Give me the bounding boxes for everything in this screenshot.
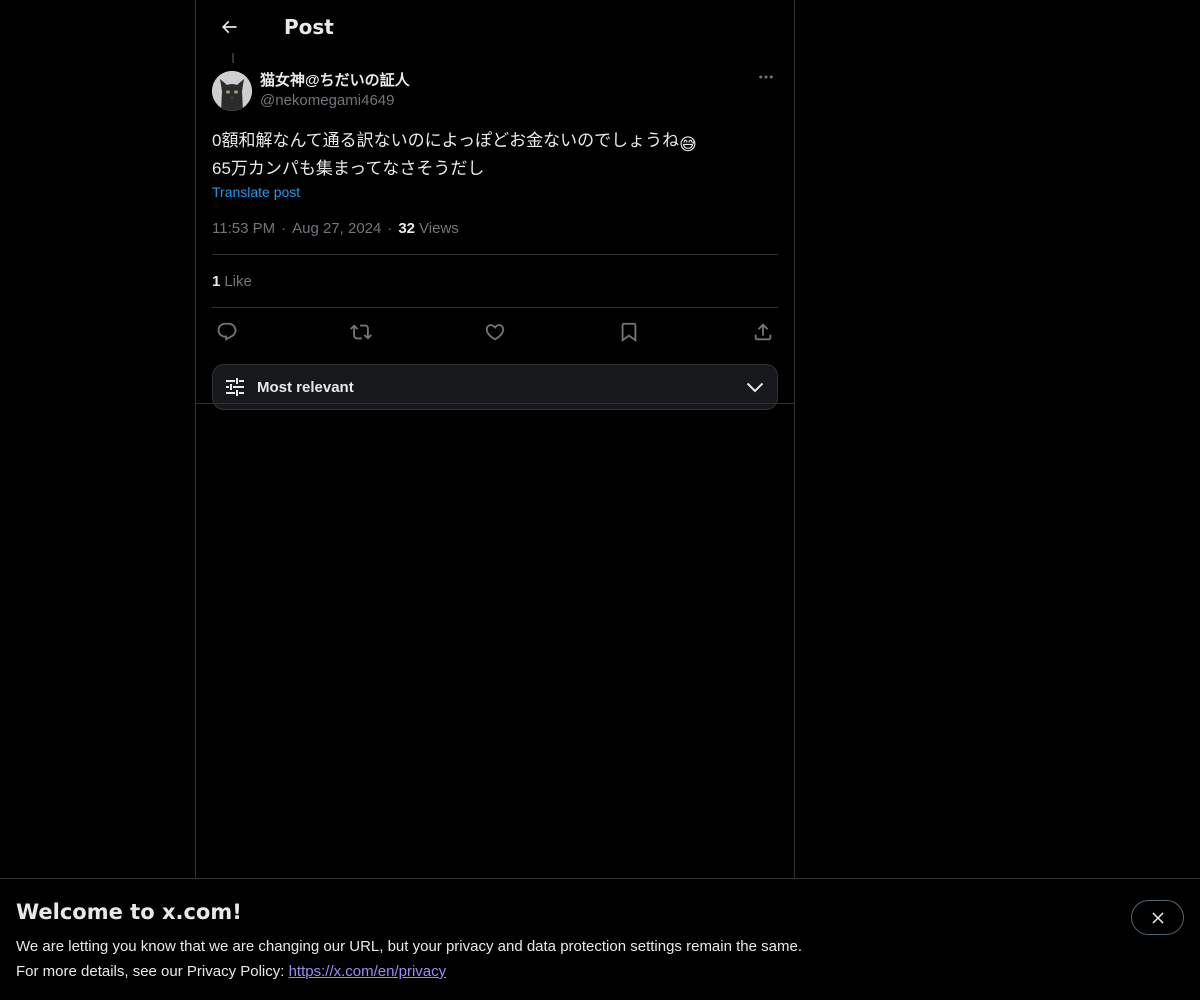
banner-message: We are letting you know that we are chan…	[16, 934, 1184, 984]
post-text-line-1: 0額和解なんて通る訳ないのによっぽどお金ないのでしょうね	[212, 131, 680, 150]
arrow-left-icon	[221, 20, 237, 33]
likes-row[interactable]: 1 Like	[212, 255, 778, 307]
share-icon	[754, 323, 772, 341]
heart-icon	[485, 324, 505, 341]
bookmark-button[interactable]	[618, 321, 640, 343]
translate-post-link[interactable]: Translate post	[212, 184, 300, 200]
repost-icon	[350, 324, 372, 340]
main-column: Post 猫女神@ちだいの証人 @nekomegami4649 0額和解なんて通…	[195, 0, 795, 1000]
welcome-banner: Welcome to x.com! We are letting you kno…	[0, 878, 1200, 1000]
privacy-policy-link[interactable]: https://x.com/en/privacy	[289, 963, 447, 980]
reply-icon	[217, 322, 237, 341]
author-names: 猫女神@ちだいの証人 @nekomegami4649	[260, 71, 410, 111]
back-button[interactable]	[212, 10, 246, 44]
author-handle[interactable]: @nekomegami4649	[260, 91, 410, 111]
page-title: Post	[284, 14, 334, 39]
replies-sort-label: Most relevant	[257, 378, 354, 396]
post-text-line: 0額和解なんて通る訳ないのによっぽどお金ないのでしょうね😅	[212, 129, 778, 157]
likes-count[interactable]: 1	[212, 273, 220, 290]
top-bar: Post	[196, 0, 794, 53]
avatar[interactable]	[212, 71, 252, 111]
separator-dot: ·	[387, 219, 393, 237]
banner-title: Welcome to x.com!	[16, 900, 242, 924]
reply-button[interactable]	[216, 321, 238, 343]
divider	[196, 403, 794, 404]
more-options-button[interactable]	[754, 65, 778, 89]
sweat-smile-emoji: 😅	[679, 135, 697, 154]
post-meta: 11:53 PM · Aug 27, 2024 · 32 Views	[212, 218, 778, 254]
close-icon	[1151, 911, 1164, 924]
close-banner-button[interactable]	[1131, 900, 1184, 935]
more-horizontal-icon	[759, 75, 773, 79]
views-count: 32	[398, 219, 416, 237]
views-label: Views	[419, 219, 459, 237]
bookmark-icon	[621, 322, 637, 343]
post-author: 猫女神@ちだいの証人 @nekomegami4649	[212, 53, 778, 117]
post-detail: 猫女神@ちだいの証人 @nekomegami4649 0額和解なんて通る訳ないの…	[196, 53, 794, 418]
banner-message-line-2: For more details, see our Privacy Policy…	[16, 959, 1184, 984]
separator-dot: ·	[281, 219, 287, 237]
likes-label[interactable]: Like	[224, 273, 252, 290]
post-text-line-2: 65万カンパも集まってなさそうだし	[212, 159, 485, 178]
share-button[interactable]	[752, 321, 774, 343]
cat-avatar-icon	[212, 71, 252, 111]
replies-sort-wrapper: Most relevant	[212, 356, 778, 418]
post-date[interactable]: Aug 27, 2024	[292, 220, 381, 237]
post-time[interactable]: 11:53 PM	[212, 220, 275, 237]
chevron-down-icon	[746, 382, 764, 393]
post-actions	[212, 308, 778, 356]
like-button[interactable]	[484, 321, 506, 343]
post-timestamp-row: 11:53 PM · Aug 27, 2024 · 32 Views	[212, 218, 778, 238]
sliders-icon	[226, 378, 244, 396]
repost-button[interactable]	[350, 321, 372, 343]
banner-message-line-1: We are letting you know that we are chan…	[16, 938, 802, 955]
post-text: 0額和解なんて通る訳ないのによっぽどお金ないのでしょうね😅 65万カンパも集まっ…	[212, 129, 778, 181]
banner-policy-prefix: For more details, see our Privacy Policy…	[16, 963, 289, 980]
author-display-name[interactable]: 猫女神@ちだいの証人	[260, 71, 410, 91]
